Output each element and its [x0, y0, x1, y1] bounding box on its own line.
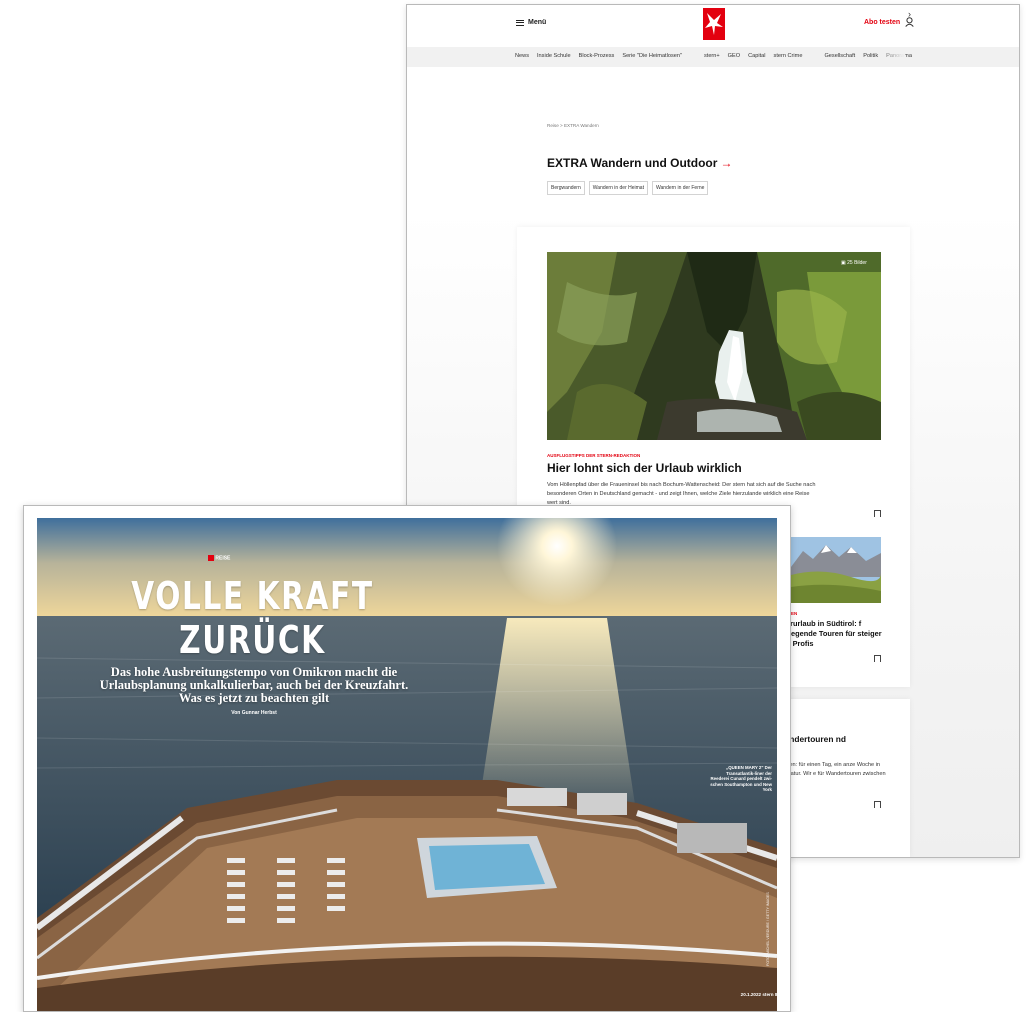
magazine-deck: Das hohe Ausbreitungstempo von Omikron m… — [99, 665, 409, 705]
topic-chips: Bergwandern Wandern in der Heimat Wander… — [547, 181, 709, 195]
nav-item-news[interactable]: News — [515, 53, 529, 59]
bookmark-icon[interactable] — [874, 655, 881, 662]
photo-count-badge: ▣ 25 Bilder — [841, 260, 867, 266]
magazine-spread: REISE VOLLE KRAFT ZURÜCK Das hohe Ausbre… — [23, 505, 791, 1012]
chip-wandern-heimat[interactable]: Wandern in der Heimat — [588, 181, 648, 195]
menu-button[interactable]: Menü — [516, 19, 546, 26]
section-badge: REISE — [208, 555, 230, 561]
photo-caption: „QUEEN MARY 2" Der Transatlantik-liner d… — [710, 765, 772, 793]
nav-scroll-right-icon[interactable]: › — [908, 9, 911, 19]
nav-item-politik[interactable]: Politik — [863, 53, 878, 59]
chip-wandern-ferne[interactable]: Wandern in der Ferne — [651, 181, 709, 195]
subscribe-link[interactable]: Abo testen — [864, 19, 900, 26]
magazine-title-line1: VOLLE KRAFT — [131, 574, 374, 618]
article-kicker: AUSFLUGSTIPPS DER STERN-REDAKTION — [547, 453, 641, 458]
nav-separator — [690, 53, 696, 59]
chip-bergwandern[interactable]: Bergwandern — [547, 181, 585, 195]
article-teaser: Vom Höllenpfad über die Fraueninsel bis … — [547, 482, 816, 506]
alps-thumbnail-image[interactable] — [791, 537, 881, 603]
nav-fade — [877, 47, 905, 67]
nav-item-capital[interactable]: Capital — [748, 53, 765, 59]
waterfall-photo — [547, 252, 881, 440]
photo-credit: FOTO: MICHEL VERDURE / GETTY IMAGES — [766, 892, 770, 966]
article3-teaser: Landen: für einen Tag, ein anze Woche in… — [777, 762, 886, 786]
magazine-title-line2: ZURÜCK — [179, 618, 326, 662]
page-title-text: EXTRA Wandern und Outdoor — [547, 156, 718, 170]
article2-kicker: EN — [791, 611, 798, 616]
stern-mini-logo-icon — [208, 555, 214, 561]
breadcrumb[interactable]: Reise > EXTRA Wandern — [547, 123, 599, 128]
nav-item-stern-plus[interactable]: stern+ — [704, 53, 720, 59]
article3-headline[interactable]: Wandertouren nd — [777, 734, 887, 745]
photo-count-label: 25 Bilder — [847, 260, 867, 266]
site-header: Menü Abo testen — [407, 5, 1019, 47]
section-badge-label: REISE — [215, 555, 231, 562]
mountain-photo — [791, 537, 881, 603]
nav-item-gesellschaft[interactable]: Gesellschaft — [824, 53, 855, 59]
camera-icon: ▣ — [841, 260, 846, 266]
bookmark-icon[interactable] — [874, 510, 881, 517]
magazine-author: Von Gunnar Herbst — [231, 710, 277, 716]
article2-headline[interactable]: nderurlaub in Südtirol: f aufregende Tou… — [777, 619, 887, 649]
stern-logo[interactable] — [703, 8, 725, 40]
star-logo-icon — [705, 13, 723, 35]
hamburger-icon — [516, 19, 524, 26]
nav-item-geo[interactable]: GEO — [728, 53, 740, 59]
nav-separator — [810, 53, 816, 59]
nav-item-block-prozess[interactable]: Block-Prozess — [579, 53, 615, 59]
nav-item-stern-crime[interactable]: stern Crime — [774, 53, 803, 59]
nav-item-heimatlosen[interactable]: Serie "Die Heimatlosen" — [622, 53, 682, 59]
waterfall-hero-image[interactable] — [547, 252, 881, 440]
arrow-right-icon[interactable]: → — [720, 156, 732, 170]
nav-item-inside-schule[interactable]: Inside Schule — [537, 53, 571, 59]
bookmark-icon[interactable] — [874, 801, 881, 808]
article-headline[interactable]: Hier lohnt sich der Urlaub wirklich — [547, 461, 742, 475]
page-folio: 20.1.2022 stern 83 — [740, 992, 780, 997]
page-title: EXTRA Wandern und Outdoor → — [547, 156, 732, 170]
topic-navigation: News Inside Schule Block-Prozess Serie "… — [407, 47, 1019, 67]
menu-label: Menü — [528, 19, 547, 26]
